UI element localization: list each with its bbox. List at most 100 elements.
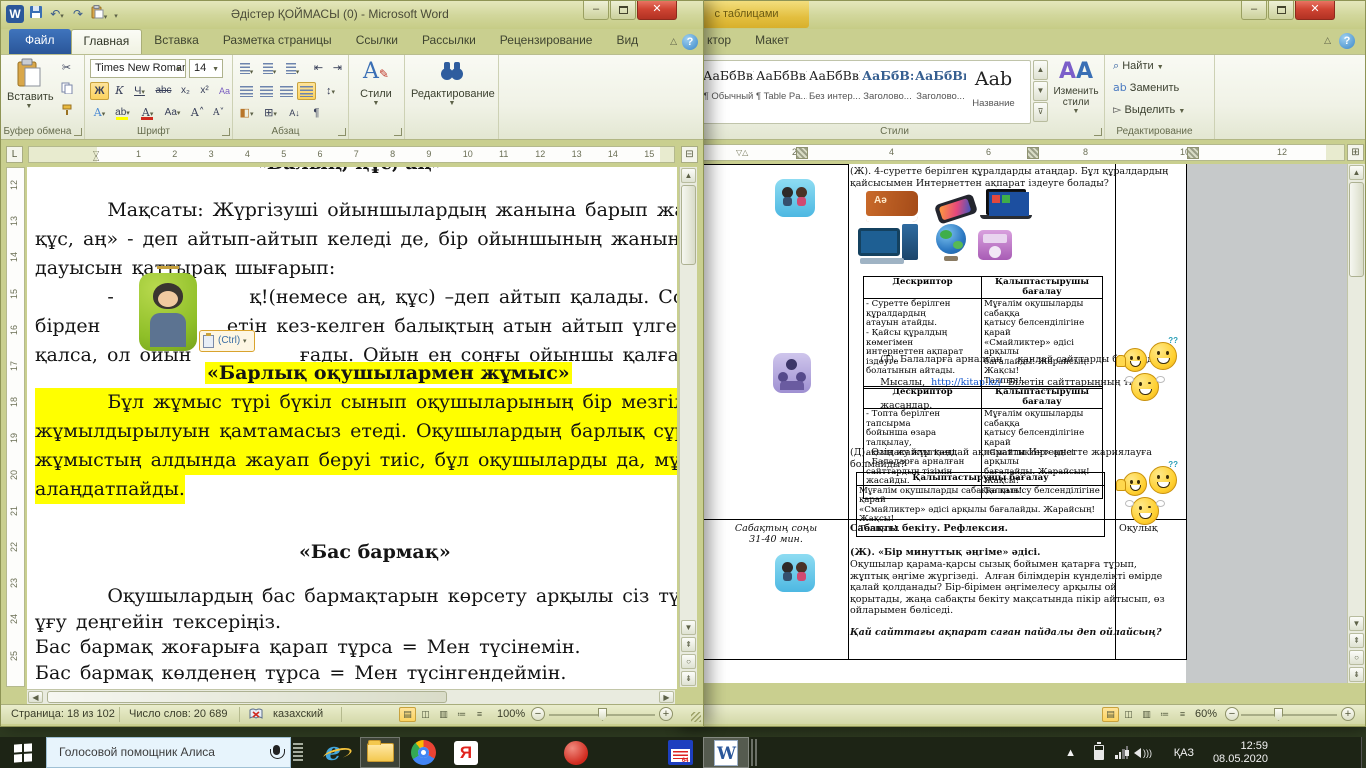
left-close-button[interactable]: ✕ [637,1,677,20]
page-indicator[interactable]: Страница: 18 из 102 [11,708,115,720]
font-name-combo[interactable]: Times New Roman▼ [90,59,186,78]
left-vertical-ruler[interactable]: 1213141516171819202122232425 [6,167,25,687]
taskbar-explorer[interactable] [360,737,400,768]
close-button[interactable]: ✕ [1295,1,1335,20]
undo-icon[interactable]: ↶▾ [48,5,66,23]
reading-view-button[interactable]: ◫ [417,707,434,722]
right-document-area[interactable]: (Ж). 4-суретте берілген құралдарды атаңд… [681,164,1365,683]
find-button[interactable]: ⌕ Найти ▼ [1113,59,1164,73]
strikethrough-button[interactable]: abc [154,82,173,100]
clock[interactable]: 12:59 08.05.2020 [1213,737,1268,768]
left-zoom-level[interactable]: 100% [497,708,525,720]
tab-page-layout[interactable]: Разметка страницы [211,29,344,54]
left-styles-dialog-launcher[interactable] [394,128,402,136]
editing-button[interactable]: Редактирование▼ [411,59,493,107]
right-zoom-slider[interactable] [1274,708,1283,721]
taskbar-chrome[interactable] [403,737,443,768]
previous-page-icon[interactable]: ⇞ [1349,633,1364,648]
paste-button[interactable]: Вставить▼ [7,58,51,110]
styles-dialog-launcher[interactable] [1094,128,1102,136]
pasted-avatar-image[interactable] [139,273,197,351]
paste-options-button[interactable]: (Ctrl) ▾ [199,330,255,352]
left-zoom-slider[interactable] [598,708,607,721]
battery-icon[interactable] [1094,737,1104,768]
justify-button[interactable] [297,82,316,100]
word-window-active[interactable]: W ↶▾ ↷ ▾ ▾ Әдістер ҚОЙМАСЫ (0) - Microso… [0,0,704,727]
word-count[interactable]: Число слов: 20 689 [129,708,227,720]
borders-button[interactable]: ⊞▾ [261,104,280,122]
show-desktop-button[interactable] [1361,737,1366,768]
select-button[interactable]: ▻ Выделить ▼ [1113,103,1185,116]
scroll-left-icon[interactable]: ◀ [28,691,43,703]
left-indent-marker-icon[interactable]: △ [93,153,99,162]
scroll-down-icon[interactable]: ▼ [681,620,696,635]
tab-review[interactable]: Рецензирование [488,29,605,54]
multilevel-list-button[interactable]: ▾ [283,59,302,77]
styles-button[interactable]: A✎ Стили▼ [353,59,399,107]
taskbar-floppy-app[interactable]: 64 [660,737,700,768]
table-column-marker-icon[interactable] [1187,147,1199,159]
taskbar-red-app[interactable] [556,737,596,768]
font-color-button[interactable]: А▾ [138,104,157,122]
taskbar-word[interactable]: W [703,737,749,768]
scroll-down-icon[interactable]: ▼ [1349,616,1364,631]
tab-file[interactable]: Файл [9,29,71,54]
scroll-right-icon[interactable]: ▶ [659,691,674,703]
table-column-marker-icon[interactable] [1027,147,1039,159]
format-painter-icon[interactable] [57,103,76,121]
numbering-button[interactable]: ▾ [260,59,279,77]
align-right-button[interactable] [277,82,296,100]
right-document-page[interactable]: (Ж). 4-суретте берілген құралдарды атаңд… [698,164,1186,683]
left-help-icon[interactable]: ? [682,34,698,50]
browse-object-icon[interactable]: ○ [681,654,696,669]
bold-button[interactable]: Ж [90,82,109,100]
tray-expand-icon[interactable]: ▲ [1065,737,1076,768]
italic-button[interactable]: К [110,82,129,100]
scroll-up-icon[interactable]: ▲ [1349,165,1364,180]
tab-insert[interactable]: Вставка [142,29,211,54]
next-page-icon[interactable]: ⇟ [1349,667,1364,682]
font-size-combo[interactable]: 14▼ [189,59,223,78]
volume-icon[interactable]: ))) [1129,737,1152,768]
font-dialog-launcher[interactable] [222,128,230,136]
left-maximize-button[interactable] [610,1,636,20]
right-vertical-scrollbar[interactable]: ▲ ▼ ⇞ ○ ⇟ [1347,164,1365,683]
shrink-font-button[interactable]: А˅ [209,104,228,122]
web-view-button[interactable]: ▥ [1138,707,1155,722]
minimize-button[interactable]: – [1241,1,1267,20]
zoom-in-button[interactable]: + [1341,707,1355,721]
help-icon[interactable]: ? [1339,33,1355,49]
previous-page-icon[interactable]: ⇞ [681,637,696,652]
next-page-icon[interactable]: ⇟ [681,671,696,686]
taskbar-yandex[interactable]: Я [446,737,486,768]
left-titlebar[interactable]: W ↶▾ ↷ ▾ ▾ Әдістер ҚОЙМАСЫ (0) - Microso… [1,1,703,29]
shading-button[interactable]: ◧▾ [237,104,256,122]
replace-button[interactable]: ab Заменить [1113,81,1179,94]
print-layout-view-button[interactable]: ▤ [399,707,416,722]
taskbar-ie[interactable]: e [318,737,358,768]
collapse-ribbon-icon[interactable]: △ [1324,35,1331,46]
subscript-button[interactable]: x₂ [176,82,195,100]
indent-markers-icon[interactable]: ▽△ [736,148,748,157]
save-icon[interactable] [27,5,45,23]
print-layout-view-button[interactable]: ▤ [1102,707,1119,722]
scroll-up-icon[interactable]: ▲ [681,168,696,183]
paste-qat-icon[interactable]: ▾ [90,5,108,23]
increase-indent-button[interactable]: ⇥ [328,59,347,77]
zoom-out-button[interactable]: − [1225,707,1239,721]
tab-references[interactable]: Ссылки [344,29,410,54]
bullets-button[interactable]: ▾ [237,59,256,77]
copy-icon[interactable] [57,81,76,99]
grow-font-button[interactable]: А˄ [188,104,207,122]
spellcheck-icon[interactable] [249,708,264,724]
restore-button[interactable] [1268,1,1294,20]
zoom-in-button[interactable]: + [659,707,673,721]
reading-view-button[interactable]: ◫ [1120,707,1137,722]
redo-icon[interactable]: ↷ [69,5,87,23]
tab-selector[interactable]: L [6,146,23,163]
right-zoom-level[interactable]: 60% [1195,708,1217,720]
draft-view-button[interactable]: ≡ [1174,707,1191,722]
left-ruler-toggle[interactable]: ⊟ [681,146,698,163]
web-view-button[interactable]: ▥ [435,707,452,722]
align-center-button[interactable] [257,82,276,100]
